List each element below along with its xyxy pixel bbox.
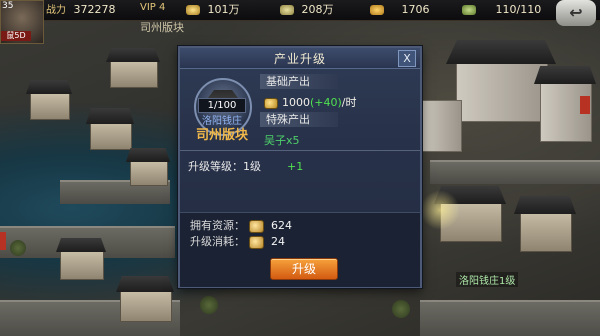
upgrade-cost-row: 升级消耗： 24 xyxy=(190,233,285,249)
gold-ingot-icon xyxy=(248,235,264,249)
base-output-row: 1000(+40)/时 xyxy=(264,94,357,110)
palace-roof xyxy=(534,66,596,84)
property-map-label[interactable]: 洛阳钱庄1级 xyxy=(456,272,519,287)
dialog-title: 产业升级 xyxy=(273,52,326,66)
city-wall xyxy=(420,300,600,336)
city-wall xyxy=(430,160,600,184)
player-avatar[interactable]: 35 鼠5D xyxy=(0,0,44,44)
red-banner xyxy=(0,232,6,250)
building xyxy=(120,290,172,322)
level-badge: 1/100 xyxy=(198,98,246,113)
vip-badge[interactable]: VIP 4 xyxy=(140,2,165,13)
special-output: 吴子x5 xyxy=(264,134,300,147)
player-level: 35 xyxy=(2,1,14,11)
region-subtitle: 司州版块 xyxy=(140,19,184,34)
palace-roof xyxy=(446,40,556,64)
building xyxy=(520,210,572,252)
energy-value: 110/110 xyxy=(495,3,542,16)
owned-value: 624 xyxy=(271,219,292,232)
building-roof xyxy=(86,108,134,124)
player-tag: 鼠5D xyxy=(1,31,31,41)
iron-value: 1706 xyxy=(401,3,430,16)
special-output-header: 特殊产出 xyxy=(260,112,338,127)
building-roof xyxy=(126,148,170,162)
gold-ingot-icon xyxy=(248,219,264,233)
dialog-title-bar: 产业升级 X xyxy=(180,48,420,69)
upgrade-level-label: 升级等级：1级 xyxy=(188,160,261,173)
power-label: 战力 xyxy=(46,5,66,16)
output-unit: /时 xyxy=(341,96,357,109)
power-stat: 战力 372278 xyxy=(46,2,116,17)
iron-icon xyxy=(370,5,384,15)
coin-icon xyxy=(264,97,278,109)
tree xyxy=(10,240,26,256)
upgrade-button[interactable]: 升级 xyxy=(270,258,338,280)
coins-value: 101万 xyxy=(207,3,240,16)
cost-value: 24 xyxy=(271,235,285,248)
building-roof xyxy=(56,238,106,252)
upgrade-level-row: 升级等级：1级 +1 xyxy=(188,158,303,174)
upgrade-level-plus: +1 xyxy=(287,160,304,173)
property-upgrade-dialog: 产业升级 X 1/100 洛阳钱庄 司州版块 基础产出 1000(+40)/时 … xyxy=(178,46,422,288)
grain-icon xyxy=(280,5,294,15)
building xyxy=(110,60,158,88)
cost-label: 升级消耗： xyxy=(190,235,245,248)
coins-icon xyxy=(186,5,200,15)
building-roof xyxy=(26,80,72,94)
building-roof xyxy=(116,276,174,292)
palace-tower xyxy=(420,100,462,152)
red-banner xyxy=(580,96,590,114)
palace-tower xyxy=(456,60,548,122)
output-base: 1000 xyxy=(282,96,310,109)
back-button[interactable]: ↩ xyxy=(556,0,596,26)
output-bonus: (+40) xyxy=(310,96,342,109)
power-value: 372278 xyxy=(73,3,116,16)
back-arrow-icon: ↩ xyxy=(569,3,583,22)
coins-stat[interactable]: 101万 xyxy=(186,2,240,17)
building xyxy=(30,92,70,120)
owned-resources-row: 拥有资源： 624 xyxy=(190,217,292,233)
energy-icon xyxy=(462,5,476,15)
tree xyxy=(392,300,410,318)
tree xyxy=(200,296,218,314)
region-name: 司州版块 xyxy=(195,128,248,143)
building xyxy=(130,160,168,186)
light-glow xyxy=(420,190,460,230)
grain-stat[interactable]: 208万 xyxy=(280,2,334,17)
divider xyxy=(180,150,420,151)
iron-stat[interactable]: 1706 xyxy=(370,2,430,17)
building-roof xyxy=(106,48,160,62)
building xyxy=(90,120,132,150)
base-output-header: 基础产出 xyxy=(260,74,338,89)
close-button[interactable]: X xyxy=(398,50,416,67)
energy-stat[interactable]: 110/110 xyxy=(462,2,541,17)
top-resource-bar: 战力 372278 VIP 4 101万 208万 1706 110/110 xyxy=(0,0,600,21)
owned-label: 拥有资源： xyxy=(190,219,245,232)
building xyxy=(60,250,104,280)
grain-value: 208万 xyxy=(301,3,334,16)
building-roof xyxy=(514,196,576,214)
region-subtitle-text: 司州版块 xyxy=(140,21,184,34)
